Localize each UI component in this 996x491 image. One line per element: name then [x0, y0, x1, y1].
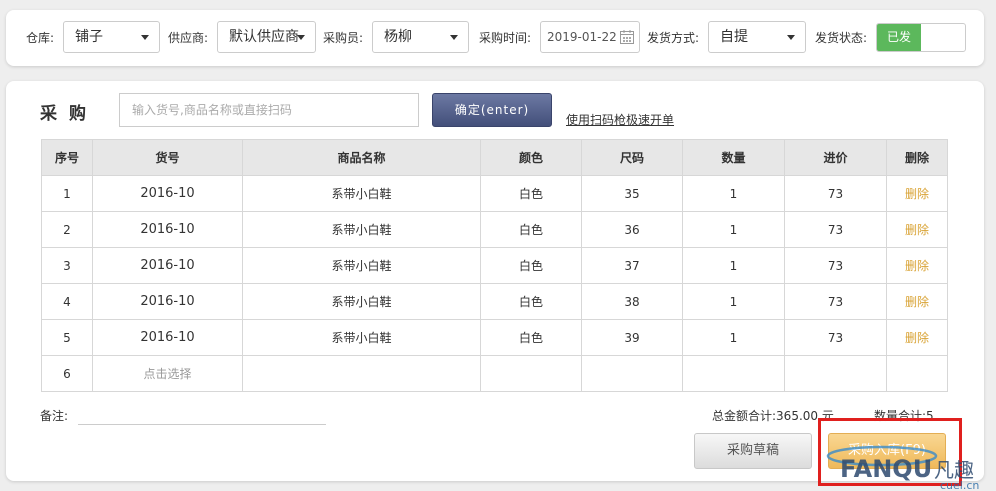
cell-name: 系带小白鞋 [242, 211, 481, 248]
cell-empty [784, 355, 887, 392]
total-amount: 总金额合计:365.00 元 [712, 409, 834, 423]
cell-color: 白色 [480, 319, 582, 356]
buyer-value: 杨柳 [384, 29, 412, 45]
fanqu-watermark-logo: FANQU 凡趣 cuel.cn [826, 445, 979, 491]
ship-status-toggle[interactable]: 已发 [876, 23, 966, 52]
cell-price[interactable]: 73 [784, 175, 887, 212]
purchase-time-label: 采购时间: [479, 31, 532, 45]
cell-code: 2016-10 [92, 247, 243, 284]
cell-no: 5 [41, 319, 93, 356]
cell-no: 2 [41, 211, 93, 248]
cell-empty [480, 355, 582, 392]
cell-price[interactable]: 73 [784, 319, 887, 356]
column-header: 进价 [784, 139, 887, 176]
supplier-select[interactable]: 默认供应商 [217, 21, 316, 53]
ship-method-select[interactable]: 自提 [708, 21, 806, 53]
cell-color: 白色 [480, 247, 582, 284]
table-header-row: 序号 货号 商品名称 颜色 尺码 数量 进价 删除 [41, 139, 948, 176]
column-header: 序号 [41, 139, 93, 176]
cell-code: 2016-10 [92, 175, 243, 212]
cell-size: 35 [581, 175, 683, 212]
cell-name: 系带小白鞋 [242, 175, 481, 212]
purchase-table: 序号 货号 商品名称 颜色 尺码 数量 进价 删除 1 2016-10 系带小白… [41, 139, 948, 392]
cell-empty [886, 355, 948, 392]
warehouse-label: 仓库: [26, 31, 55, 45]
table-row: 1 2016-10 系带小白鞋 白色 35 1 73 删除 [41, 175, 948, 212]
filter-bar: 仓库: 铺子 供应商: 默认供应商 采购员: 杨柳 采购时间: 2019-01-… [6, 10, 984, 66]
search-input[interactable] [119, 93, 419, 127]
cell-color: 白色 [480, 283, 582, 320]
cell-color: 白色 [480, 211, 582, 248]
cell-size: 38 [581, 283, 683, 320]
cell-empty [242, 355, 481, 392]
cell-price[interactable]: 73 [784, 247, 887, 284]
supplier-label: 供应商: [168, 31, 209, 45]
column-header: 颜色 [480, 139, 582, 176]
cell-code: 2016-10 [92, 319, 243, 356]
table-row: 5 2016-10 系带小白鞋 白色 39 1 73 删除 [41, 319, 948, 356]
cell-price[interactable]: 73 [784, 283, 887, 320]
column-header: 尺码 [581, 139, 683, 176]
ship-status-label: 发货状态: [815, 31, 868, 45]
delete-link[interactable]: 删除 [886, 283, 948, 320]
column-header: 商品名称 [242, 139, 481, 176]
warehouse-value: 铺子 [75, 29, 103, 45]
cell-qty[interactable]: 1 [682, 247, 785, 284]
cell-no: 6 [41, 355, 93, 392]
table-row: 3 2016-10 系带小白鞋 白色 37 1 73 删除 [41, 247, 948, 284]
cell-size: 39 [581, 319, 683, 356]
column-header: 删除 [886, 139, 948, 176]
confirm-button[interactable]: 确定(enter) [432, 93, 552, 127]
ship-method-value: 自提 [720, 29, 748, 45]
column-header: 货号 [92, 139, 243, 176]
svg-text:cuel.cn: cuel.cn [940, 479, 979, 491]
remark-input[interactable] [78, 424, 326, 425]
buyer-select[interactable]: 杨柳 [372, 21, 469, 53]
chevron-down-icon [787, 35, 795, 40]
cell-qty[interactable]: 1 [682, 175, 785, 212]
table-row: 2 2016-10 系带小白鞋 白色 36 1 73 删除 [41, 211, 948, 248]
column-header: 数量 [682, 139, 785, 176]
cell-no: 4 [41, 283, 93, 320]
cell-name: 系带小白鞋 [242, 283, 481, 320]
ship-status-on: 已发 [877, 24, 921, 51]
supplier-value: 默认供应商 [229, 29, 299, 45]
purchase-date-value: 2019-01-22 [547, 30, 617, 44]
table-row-new: 6 点击选择 [41, 355, 948, 392]
pick-product-cell[interactable]: 点击选择 [92, 355, 243, 392]
svg-text:FANQU: FANQU [840, 455, 932, 483]
cell-price[interactable]: 73 [784, 211, 887, 248]
scan-gun-link[interactable]: 使用扫码枪极速开单 [566, 111, 674, 128]
purchase-date-input[interactable]: 2019-01-22 [540, 21, 640, 53]
warehouse-select[interactable]: 铺子 [63, 21, 160, 53]
buyer-label: 采购员: [323, 31, 364, 45]
cell-qty[interactable]: 1 [682, 211, 785, 248]
calendar-icon[interactable] [619, 29, 635, 45]
chevron-down-icon [297, 35, 305, 40]
ship-method-label: 发货方式: [647, 31, 700, 45]
cell-code: 2016-10 [92, 283, 243, 320]
delete-link[interactable]: 删除 [886, 211, 948, 248]
cell-qty[interactable]: 1 [682, 319, 785, 356]
cell-name: 系带小白鞋 [242, 247, 481, 284]
delete-link[interactable]: 删除 [886, 247, 948, 284]
chevron-down-icon [450, 35, 458, 40]
cell-name: 系带小白鞋 [242, 319, 481, 356]
draft-button[interactable]: 采购草稿 [694, 433, 812, 469]
cell-qty[interactable]: 1 [682, 283, 785, 320]
section-title: 采购 [40, 104, 98, 124]
cell-no: 3 [41, 247, 93, 284]
cell-size: 36 [581, 211, 683, 248]
cell-no: 1 [41, 175, 93, 212]
cell-code: 2016-10 [92, 211, 243, 248]
cell-empty [581, 355, 683, 392]
delete-link[interactable]: 删除 [886, 175, 948, 212]
cell-size: 37 [581, 247, 683, 284]
cell-empty [682, 355, 785, 392]
remark-label: 备注: [40, 409, 69, 423]
cell-color: 白色 [480, 175, 582, 212]
delete-link[interactable]: 删除 [886, 319, 948, 356]
chevron-down-icon [141, 35, 149, 40]
table-row: 4 2016-10 系带小白鞋 白色 38 1 73 删除 [41, 283, 948, 320]
